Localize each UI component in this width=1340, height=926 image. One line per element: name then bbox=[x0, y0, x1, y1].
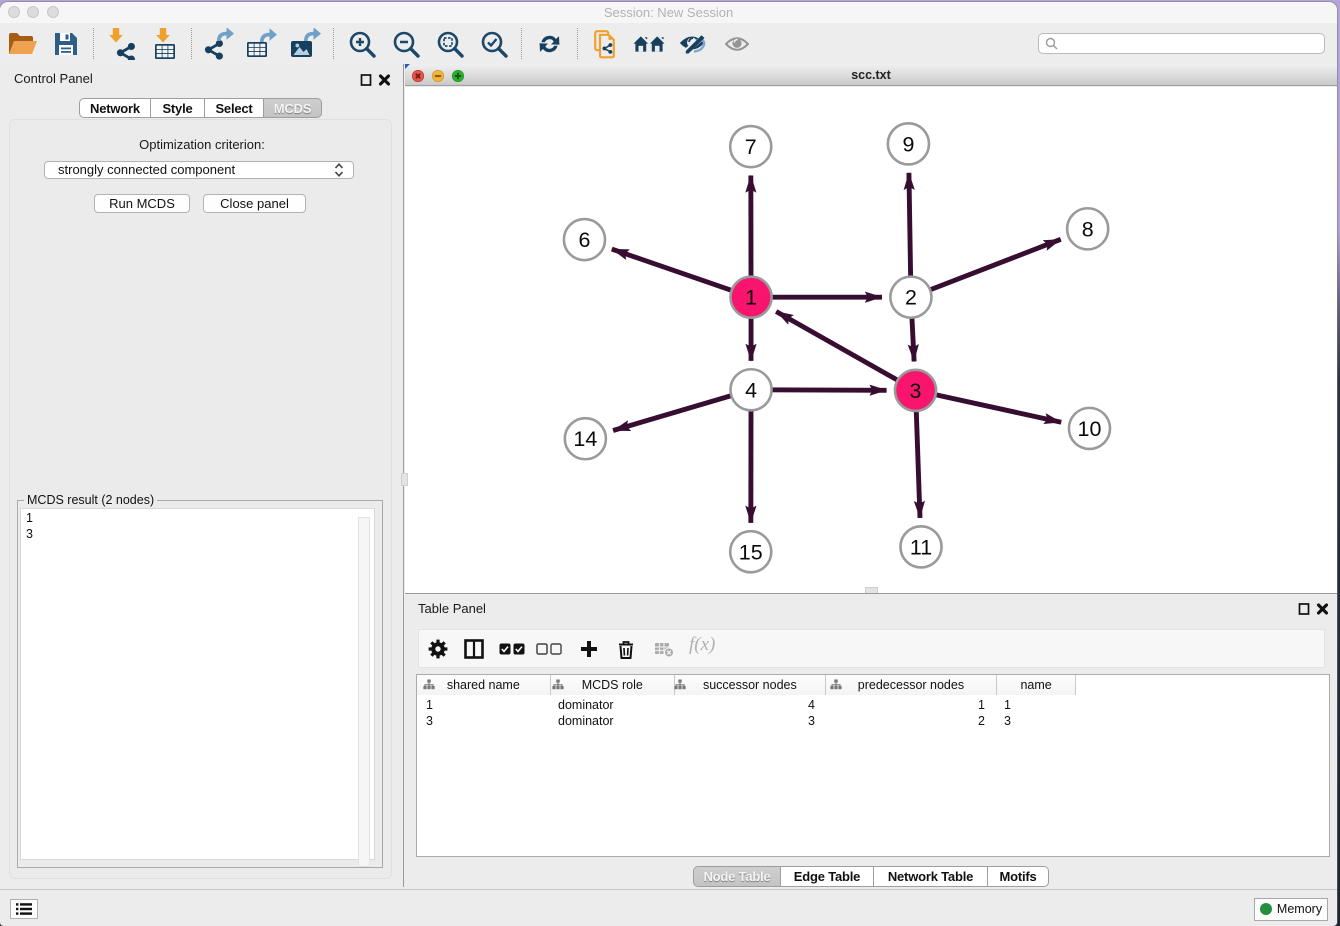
svg-text:9: 9 bbox=[902, 132, 914, 156]
svg-text:4: 4 bbox=[745, 378, 757, 402]
svg-text:1: 1 bbox=[745, 286, 757, 310]
svg-text:7: 7 bbox=[745, 135, 757, 159]
svg-text:6: 6 bbox=[578, 228, 590, 252]
svg-text:8: 8 bbox=[1082, 217, 1094, 241]
svg-text:15: 15 bbox=[739, 540, 763, 564]
svg-text:14: 14 bbox=[573, 427, 597, 451]
svg-text:3: 3 bbox=[910, 379, 922, 403]
svg-text:10: 10 bbox=[1078, 417, 1102, 441]
svg-text:11: 11 bbox=[910, 535, 932, 559]
svg-text:2: 2 bbox=[905, 286, 917, 310]
